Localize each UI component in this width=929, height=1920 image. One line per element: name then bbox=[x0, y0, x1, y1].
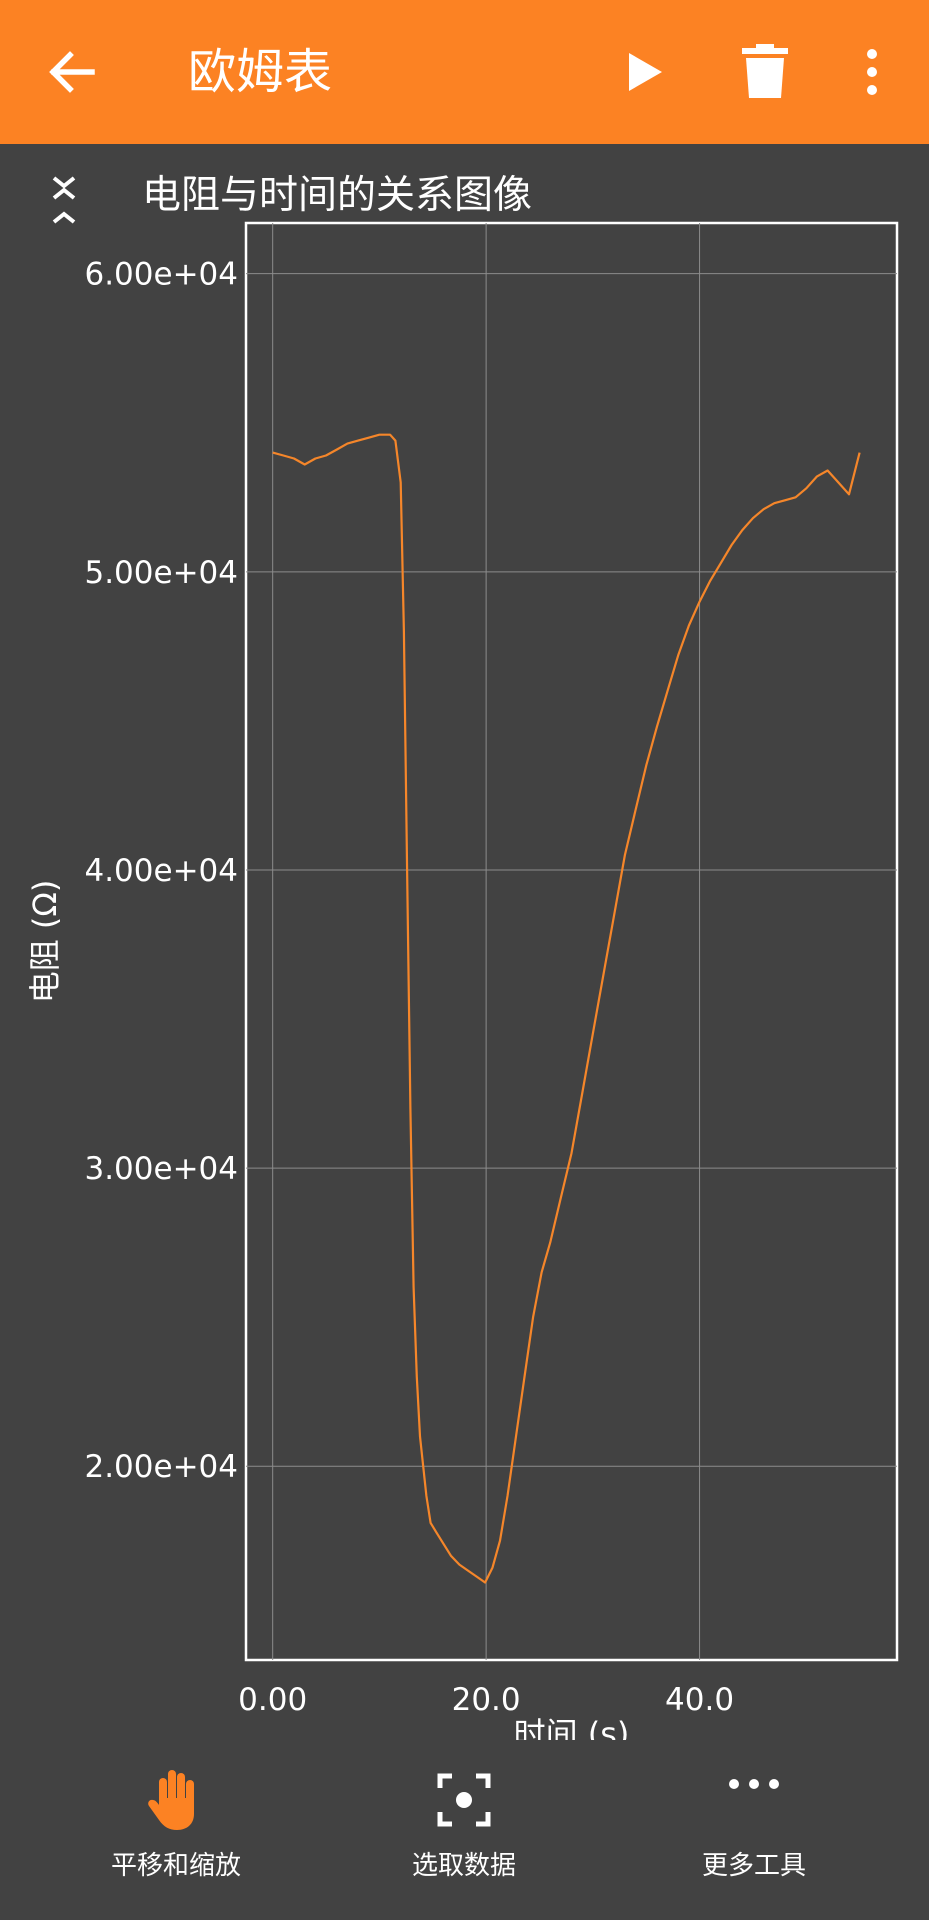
x-tick-label: 40.0 bbox=[665, 1682, 734, 1718]
y-tick-label: 4.00e+04 bbox=[84, 853, 238, 889]
pan-zoom-button[interactable]: 平移和缩放 bbox=[66, 1768, 286, 1898]
select-data-label: 选取数据 bbox=[411, 1851, 516, 1881]
more-tools-button[interactable]: 更多工具 bbox=[644, 1768, 864, 1898]
y-tick-label: 2.00e+04 bbox=[84, 1449, 238, 1485]
plot-frame bbox=[244, 221, 899, 1662]
bottom-toolbar: 平移和缩放 选取数据 更多工具 bbox=[0, 1740, 929, 1920]
y-tick-label: 5.00e+04 bbox=[84, 555, 238, 591]
y-axis-label: 电阻 (Ω) bbox=[26, 880, 64, 1004]
data-series-line bbox=[272, 433, 861, 1584]
pan-zoom-label: 平移和缩放 bbox=[110, 1851, 241, 1881]
y-tick-label: 3.00e+04 bbox=[84, 1151, 238, 1187]
resistance-time-chart[interactable]: 0.00 20.0 40.0 2.00e+04 3.00e+04 4.00e+04 5.00… bbox=[0, 0, 929, 1740]
select-point-icon bbox=[437, 1773, 491, 1827]
x-axis-label: 时间 (s) bbox=[514, 1715, 630, 1740]
y-tick-label: 6.00e+04 bbox=[84, 257, 238, 293]
select-data-button[interactable]: 选取数据 bbox=[354, 1768, 574, 1898]
hand-icon bbox=[148, 1770, 194, 1830]
x-tick-label: 20.0 bbox=[452, 1682, 521, 1718]
more-horizontal-icon bbox=[729, 1779, 779, 1789]
x-tick-label: 0.00 bbox=[238, 1682, 307, 1718]
more-tools-label: 更多工具 bbox=[701, 1851, 806, 1881]
